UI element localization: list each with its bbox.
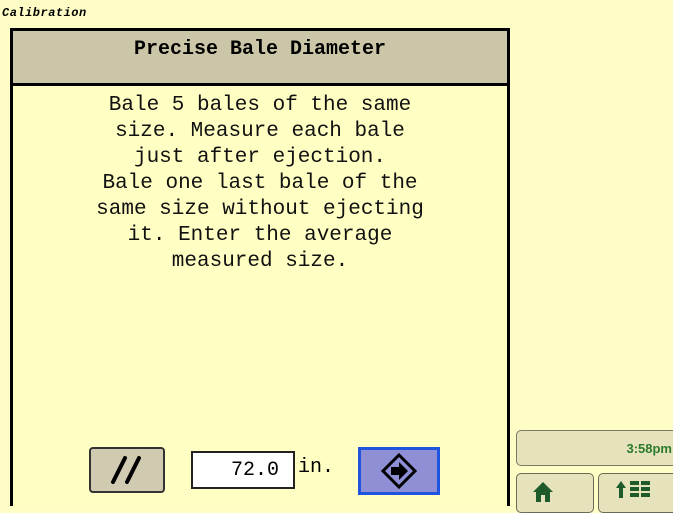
screen-header-label: Calibration [2, 6, 87, 20]
clock-display: 3:58pm [516, 430, 673, 466]
enter-button[interactable] [358, 447, 440, 495]
panel-title: Precise Bale Diameter [13, 31, 507, 86]
instructions-text: Bale 5 bales of the same size. Measure e… [96, 94, 424, 273]
unit-label: in. [298, 456, 335, 479]
menu-grid-icon [616, 481, 650, 498]
menu-button[interactable] [598, 473, 673, 513]
home-icon [533, 482, 553, 502]
double-slash-icon [111, 456, 141, 484]
calibration-panel: Precise Bale Diameter Bale 5 bales of th… [10, 28, 510, 506]
clear-button[interactable] [89, 447, 165, 493]
diameter-input[interactable]: 72.0 [191, 451, 295, 489]
arrow-right-diamond-icon [381, 453, 417, 489]
home-button[interactable] [516, 473, 594, 513]
